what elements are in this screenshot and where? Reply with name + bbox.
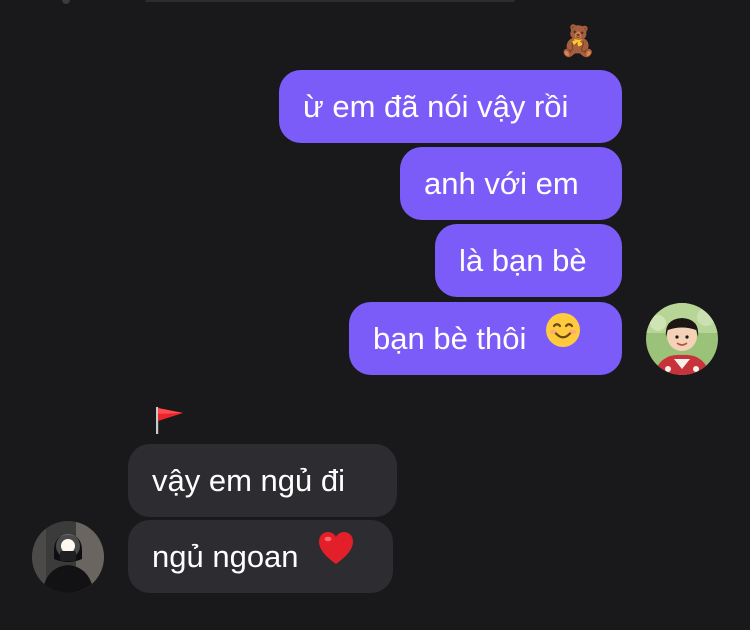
red-flag-icon <box>156 407 183 434</box>
contact-avatar[interactable] <box>32 521 104 593</box>
avatar-photo <box>32 521 104 593</box>
previous-avatar-edge <box>62 0 70 4</box>
outgoing-message-bubble[interactable]: ừ em đã nói vậy rồi <box>279 70 622 143</box>
message-text: bạn bè thôi <box>373 321 527 356</box>
message-text: là bạn bè <box>459 243 587 278</box>
incoming-message-bubble[interactable]: vậy em ngủ đi <box>128 444 397 517</box>
previous-message-edge <box>145 0 515 2</box>
message-text: anh với em <box>424 166 579 201</box>
teddy-bear-icon: 🧸 <box>559 25 597 58</box>
message-text: vậy em ngủ đi <box>152 463 345 498</box>
incoming-message-bubble[interactable]: ngủ ngoan <box>128 520 393 593</box>
red-flag-reaction-icon[interactable] <box>152 405 186 441</box>
outgoing-message-bubble[interactable]: là bạn bè <box>435 224 622 297</box>
outgoing-message-bubble[interactable]: anh với em <box>400 147 622 220</box>
outgoing-message-bubble[interactable]: bạn bè thôi <box>349 302 622 375</box>
red-heart-icon <box>317 519 355 592</box>
message-text: ừ em đã nói vậy rồi <box>303 89 569 124</box>
teddy-bear-reaction-icon[interactable]: 🧸 <box>559 27 596 57</box>
my-avatar[interactable] <box>646 303 718 375</box>
avatar-photo <box>646 303 718 375</box>
message-text: ngủ ngoan <box>152 539 299 574</box>
smiling-face-icon <box>545 301 581 374</box>
